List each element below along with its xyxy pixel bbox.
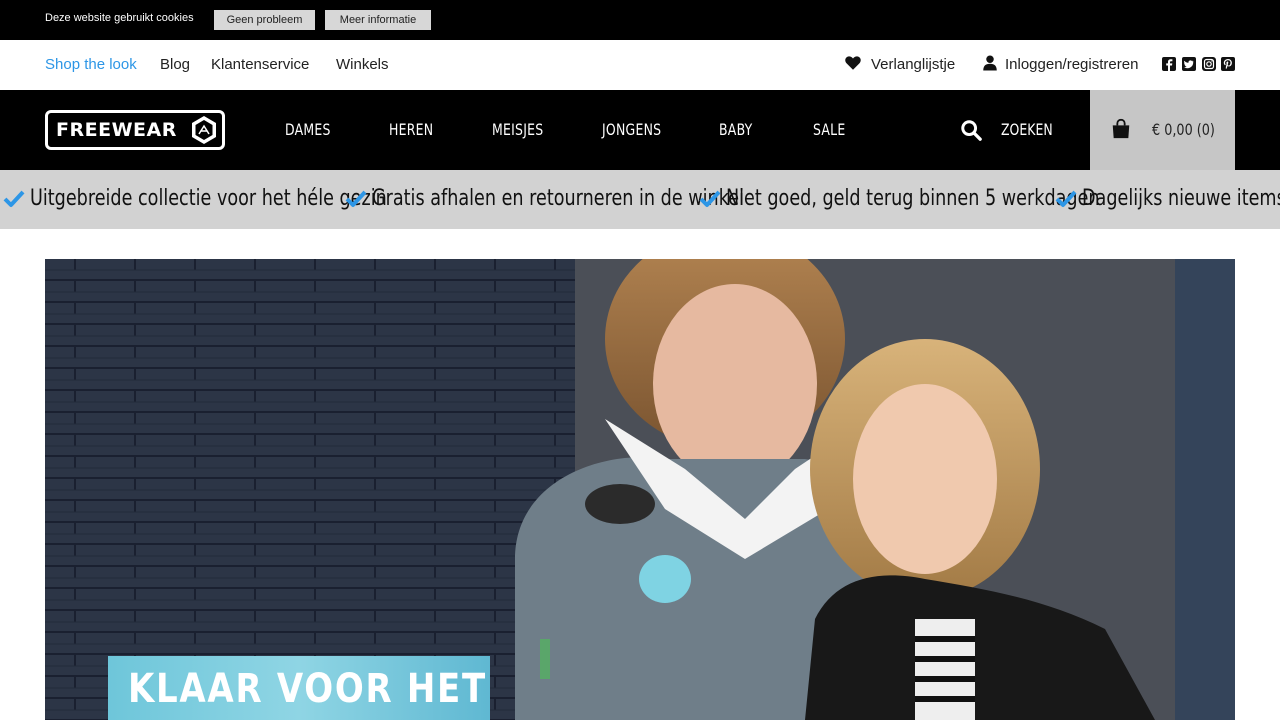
- link-winkels[interactable]: Winkels: [336, 56, 389, 73]
- usp-item: Uitgebreide collectie voor het héle gezi…: [30, 186, 387, 211]
- nav-item-meisjes[interactable]: MEISJES: [492, 120, 543, 139]
- login-link[interactable]: Inloggen/registreren: [1005, 56, 1138, 73]
- check-icon: [1055, 190, 1077, 207]
- hero-title: KLAAR VOOR HET: [128, 666, 487, 712]
- user-icon: [983, 55, 997, 71]
- check-icon: [3, 190, 25, 207]
- heart-icon: [845, 56, 861, 70]
- usp-bar: Uitgebreide collectie voor het héle gezi…: [0, 170, 1280, 229]
- nav-item-baby[interactable]: BABY: [719, 120, 753, 139]
- main-nav: FREEWEAR DAMES HEREN MEISJES JONGENS BAB…: [0, 90, 1280, 170]
- check-icon: [699, 190, 721, 207]
- nav-item-sale[interactable]: SALE: [813, 120, 845, 139]
- link-blog[interactable]: Blog: [160, 56, 190, 73]
- wishlist-link[interactable]: Verlanglijstje: [871, 56, 955, 73]
- instagram-icon[interactable]: [1202, 57, 1216, 71]
- cookie-accept-button[interactable]: Geen probleem: [214, 10, 315, 30]
- link-klantenservice[interactable]: Klantenservice: [211, 56, 309, 73]
- cart-total: € 0,00 (0): [1152, 120, 1215, 139]
- usp-item: Gratis afhalen en retourneren in de wink…: [372, 186, 744, 211]
- twitter-icon[interactable]: [1182, 57, 1196, 71]
- freewear-logo[interactable]: FREEWEAR: [45, 110, 225, 150]
- hero-banner[interactable]: KLAAR VOOR HET: [45, 259, 1235, 720]
- link-shop-the-look[interactable]: Shop the look: [45, 56, 137, 73]
- logo-text: FREEWEAR: [56, 119, 177, 141]
- logo-emblem-icon: [192, 116, 216, 144]
- hero-title-box: KLAAR VOOR HET: [108, 656, 490, 720]
- usp-item: Niet goed, geld terug binnen 5 werkdagen: [726, 186, 1100, 211]
- cookie-bar: Deze website gebruikt cookies Geen probl…: [0, 0, 1280, 40]
- facebook-icon[interactable]: [1162, 57, 1176, 71]
- search-button[interactable]: ZOEKEN: [1001, 120, 1053, 139]
- cookie-info-button[interactable]: Meer informatie: [325, 10, 431, 30]
- search-icon[interactable]: [960, 119, 982, 141]
- pinterest-icon[interactable]: [1221, 57, 1235, 71]
- shopping-bag-icon: [1112, 118, 1130, 139]
- usp-item: Dagelijks nieuwe items: [1082, 186, 1280, 211]
- nav-item-dames[interactable]: DAMES: [285, 120, 331, 139]
- cart-button[interactable]: € 0,00 (0): [1090, 90, 1235, 170]
- cookie-text: Deze website gebruikt cookies: [45, 12, 194, 24]
- top-links-bar: Shop the look Blog Klantenservice Winkel…: [0, 40, 1280, 90]
- hero-photo: [45, 259, 1235, 720]
- nav-item-heren[interactable]: HEREN: [389, 120, 433, 139]
- nav-item-jongens[interactable]: JONGENS: [602, 120, 661, 139]
- check-icon: [345, 190, 367, 207]
